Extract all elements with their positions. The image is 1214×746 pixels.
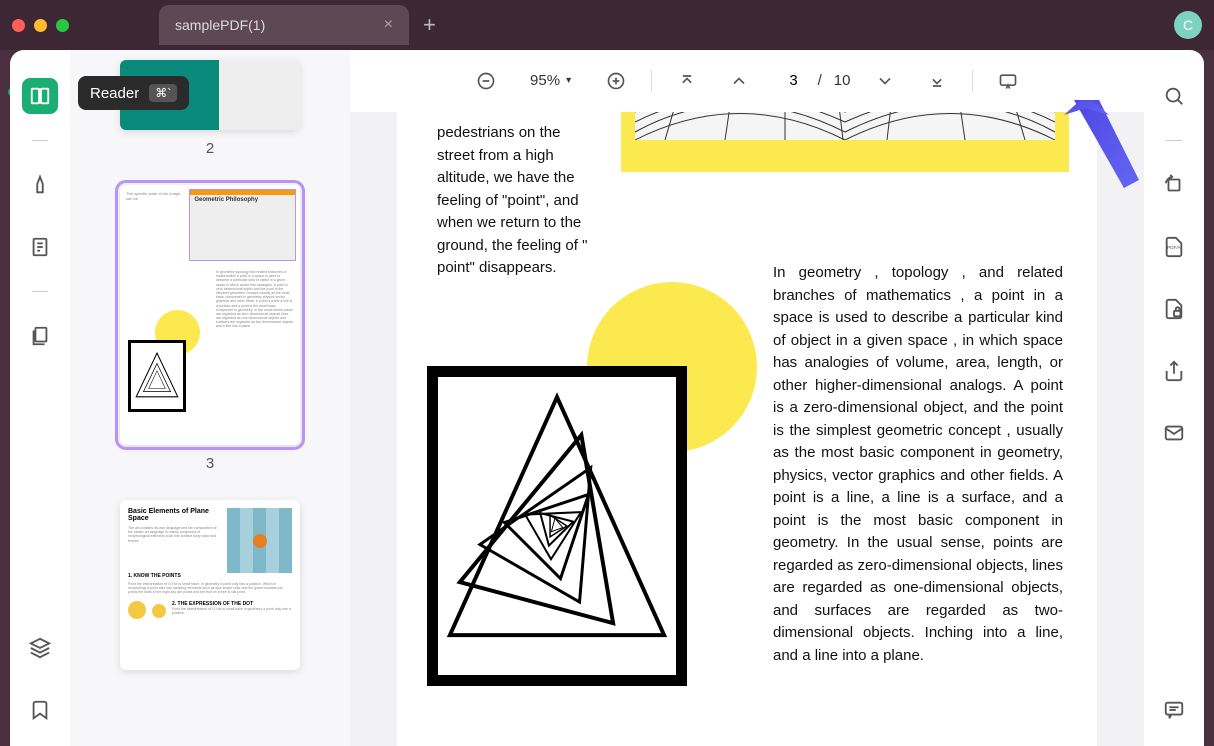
separator: [32, 140, 48, 141]
main-area: 95% ▾ / 10: [350, 50, 1144, 746]
new-tab-button[interactable]: +: [423, 12, 436, 38]
architectural-image: [635, 112, 1055, 140]
user-avatar[interactable]: C: [1174, 11, 1202, 39]
page-number-label: 3: [120, 455, 300, 472]
page-number-label: 2: [120, 140, 300, 157]
tooltip-shortcut: ⌘`: [149, 84, 177, 102]
pdfa-button[interactable]: PDF/A: [1156, 229, 1192, 265]
minimize-window-button[interactable]: [34, 19, 47, 32]
zoom-value: 95%: [530, 72, 560, 89]
titlebar: samplePDF(1) × + C: [0, 0, 1214, 50]
email-button[interactable]: [1156, 415, 1192, 451]
search-button[interactable]: [1156, 78, 1192, 114]
zoom-in-button[interactable]: [599, 64, 633, 98]
chevron-down-icon: ▾: [566, 75, 571, 86]
page-indicator: / 10: [774, 72, 851, 89]
reader-tooltip: Reader ⌘`: [78, 76, 189, 110]
divider: [651, 70, 652, 92]
geometric-figure: [427, 366, 687, 686]
window-controls: [12, 19, 69, 32]
notes-tool-button[interactable]: [22, 229, 58, 265]
pdf-page: pedestrians on the street from a high al…: [397, 112, 1097, 746]
maximize-window-button[interactable]: [56, 19, 69, 32]
page-separator: /: [818, 72, 822, 89]
next-page-button[interactable]: [868, 64, 902, 98]
divider: [972, 70, 973, 92]
app-window: 2 The specific state of the image can be…: [10, 50, 1204, 746]
pages-tool-button[interactable]: [22, 318, 58, 354]
close-window-button[interactable]: [12, 19, 25, 32]
svg-text:PDF/A: PDF/A: [1167, 245, 1181, 250]
highlighter-tool-button[interactable]: [22, 167, 58, 203]
zoom-level-select[interactable]: 95% ▾: [521, 72, 581, 89]
comments-button[interactable]: [1156, 692, 1192, 728]
viewer-toolbar: 95% ▾ / 10: [350, 50, 1144, 112]
current-page-input[interactable]: [774, 72, 814, 89]
body-text-right: In geometry , topology , and related bra…: [773, 262, 1063, 667]
total-pages: 10: [834, 72, 851, 89]
page-thumbnail-3: The specific state of the image can be. …: [120, 185, 300, 445]
tooltip-label: Reader: [90, 85, 139, 102]
protect-button[interactable]: [1156, 291, 1192, 327]
page-thumbnail-4: Basic Elements of Plane Space The art co…: [120, 500, 300, 670]
thumbnail-item[interactable]: The specific state of the image can be. …: [120, 185, 300, 492]
previous-page-button[interactable]: [722, 64, 756, 98]
last-page-button[interactable]: [920, 64, 954, 98]
tab-title: samplePDF(1): [175, 17, 265, 33]
left-toolbar: [10, 50, 70, 746]
first-page-button[interactable]: [670, 64, 704, 98]
presentation-mode-button[interactable]: [991, 64, 1025, 98]
rotate-button[interactable]: [1156, 167, 1192, 203]
right-toolbar: PDF/A: [1144, 50, 1204, 746]
thumbnail-sidebar: 2 The specific state of the image can be…: [70, 50, 350, 746]
layers-button[interactable]: [22, 630, 58, 666]
share-button[interactable]: [1156, 353, 1192, 389]
document-tab[interactable]: samplePDF(1) ×: [159, 5, 409, 45]
separator: [1166, 140, 1182, 141]
close-tab-button[interactable]: ×: [384, 16, 393, 34]
page-viewer[interactable]: pedestrians on the street from a high al…: [350, 112, 1144, 746]
body-text-left: pedestrians on the street from a high al…: [437, 122, 602, 280]
zoom-out-button[interactable]: [469, 64, 503, 98]
reader-mode-button[interactable]: [22, 78, 58, 114]
separator: [32, 291, 48, 292]
thumbnail-item[interactable]: Basic Elements of Plane Space The art co…: [120, 500, 300, 670]
bookmark-button[interactable]: [22, 692, 58, 728]
